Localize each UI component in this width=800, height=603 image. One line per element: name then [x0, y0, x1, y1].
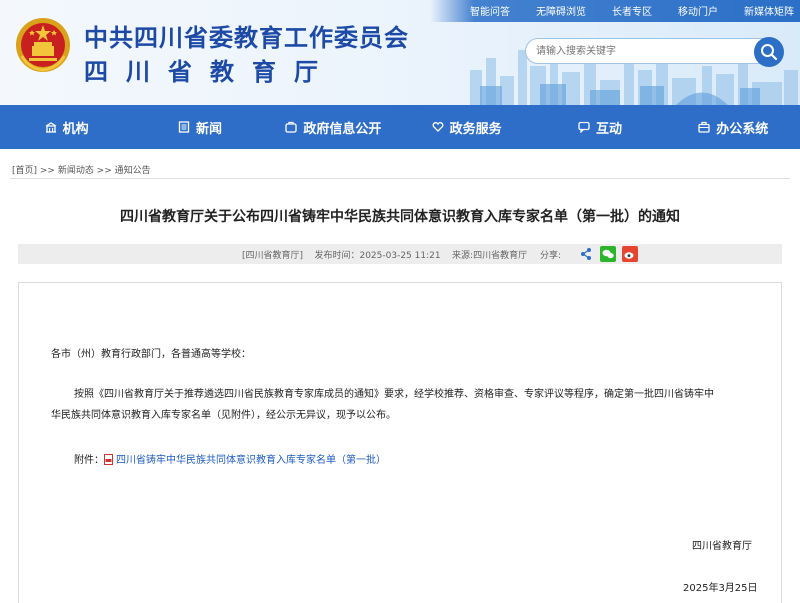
source-tag: [四川省教育厅] [242, 251, 304, 261]
top-links: 智能问答 无障碍浏览 长者专区 移动门户 新媒体矩阵 [470, 6, 794, 20]
article-source: 来源:四川省教育厅 [452, 251, 528, 261]
attachment-link[interactable]: 四川省铸牢中华民族共同体意识教育入库专家名单（第一批） [116, 455, 386, 466]
nav-label: 办公系统 [716, 121, 769, 137]
article-date: 2025年3月25日 [683, 583, 758, 594]
pdf-file-icon [104, 454, 113, 465]
share-icon[interactable] [578, 246, 594, 262]
toplink-smart-qa[interactable]: 智能问答 [470, 6, 510, 20]
toplink-elder-zone[interactable]: 长者专区 [612, 6, 652, 20]
nav-item-office[interactable]: 办公系统 [667, 105, 800, 149]
nav-label: 政府信息公开 [303, 121, 382, 137]
article-body-line-2: 华民族共同体意识教育入库专家名单（见附件），经公示无异议，现予以公布。 [51, 410, 396, 421]
article-meta: [四川省教育厅] 发布时间：2025-03-25 11:21 来源:四川省教育厅 [242, 248, 527, 261]
nav-label: 互动 [595, 121, 622, 137]
nav-label: 新闻 [195, 121, 222, 137]
article-body-line-1: 按照《四川省教育厅关于推荐遴选四川省民族教育专家库成员的通知》要求，经学校推荐、… [74, 389, 714, 400]
article-meta-bar: [四川省教育厅] 发布时间：2025-03-25 11:21 来源:四川省教育厅… [18, 244, 782, 264]
nav-item-interaction[interactable]: 互动 [533, 105, 666, 149]
nav-item-institution[interactable]: 机构 [0, 105, 133, 149]
article-title: 四川省教育厅关于公布四川省铸牢中华民族共同体意识教育入库专家名单（第一批）的通知 [120, 209, 680, 225]
office-icon [698, 121, 710, 133]
attachment-row: 附件： 四川省铸牢中华民族共同体意识教育入库专家名单（第一批） [74, 451, 386, 466]
folder-icon [285, 121, 297, 133]
heart-hands-icon [432, 122, 444, 132]
search-button[interactable] [754, 37, 784, 67]
attachment-label: 附件： [74, 455, 104, 466]
toplink-mobile-portal[interactable]: 移动门户 [678, 6, 718, 20]
breadcrumb[interactable]: [首页] >> 新闻动态 >> 通知公告 [12, 163, 151, 176]
toplink-new-media[interactable]: 新媒体矩阵 [744, 6, 794, 20]
weibo-icon[interactable] [622, 246, 638, 262]
search-box [525, 37, 784, 67]
divider [10, 178, 790, 179]
publish-time: 发布时间：2025-03-25 11:21 [314, 251, 441, 261]
site-header: 中共四川省委教育工作委员会 四川省教育厅 智能问答 无障碍浏览 长者专区 移动门… [0, 0, 800, 105]
site-title-sub: 四川省教育厅 [84, 58, 336, 86]
article-content-box [18, 282, 782, 603]
site-title-main: 中共四川省委教育工作委员会 [84, 24, 409, 52]
article-salutation: 各市（州）教育行政部门，各普通高等学校： [51, 349, 251, 360]
article-signature: 四川省教育厅 [692, 541, 752, 552]
nav-item-gov-info[interactable]: 政府信息公开 [267, 105, 400, 149]
wechat-icon[interactable] [600, 246, 616, 262]
newspaper-icon [178, 121, 190, 133]
share-label: 分享: [540, 251, 562, 261]
nav-label: 政务服务 [449, 121, 502, 137]
toplink-accessibility[interactable]: 无障碍浏览 [536, 6, 586, 20]
building-icon [45, 122, 56, 133]
nav-item-services[interactable]: 政务服务 [400, 105, 533, 149]
nav-label: 机构 [62, 121, 89, 137]
nav-item-news[interactable]: 新闻 [133, 105, 266, 149]
chat-icon [578, 121, 590, 133]
search-input[interactable] [536, 43, 736, 59]
main-nav: 机构 新闻 政府信息公开 政务服务 互动 办公系统 [0, 105, 800, 149]
search-icon [761, 44, 778, 61]
national-emblem-logo [16, 18, 70, 72]
